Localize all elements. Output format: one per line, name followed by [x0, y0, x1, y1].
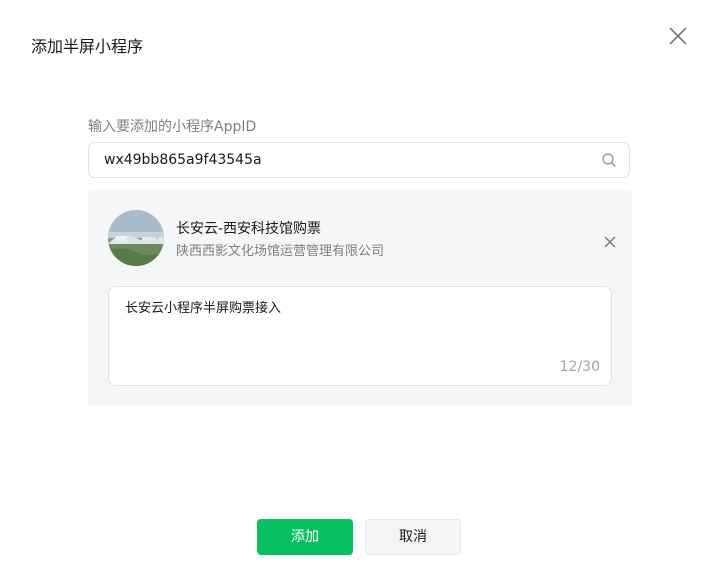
close-icon[interactable]: [664, 22, 692, 50]
cancel-button[interactable]: 取消: [365, 519, 461, 555]
avatar: [108, 210, 164, 266]
mini-program-company: 陕西西影文化场馆运营管理有限公司: [176, 244, 385, 259]
add-button[interactable]: 添加: [257, 519, 353, 555]
appid-search-box: [88, 142, 630, 178]
dialog-title: 添加半屏小程序: [31, 37, 144, 56]
add-mini-program-dialog: 添加半屏小程序 输入要添加的小程序AppID wx49bb865a9f43545…: [0, 0, 719, 588]
description-textarea[interactable]: 长安云小程序半屏购票接入: [125, 297, 595, 349]
appid-input[interactable]: [104, 143, 584, 177]
character-counter: 12/30: [559, 359, 600, 375]
description-box: 长安云小程序半屏购票接入 12/30: [108, 286, 612, 386]
search-icon[interactable]: [601, 152, 617, 168]
appid-field-label: 输入要添加的小程序AppID: [88, 119, 257, 135]
remove-icon[interactable]: [602, 234, 618, 250]
mini-program-name: 长安云-西安科技馆购票: [176, 221, 322, 237]
mini-program-result-panel: 长安云-西安科技馆购票 陕西西影文化场馆运营管理有限公司 长安云小程序半屏购票接…: [88, 190, 632, 406]
